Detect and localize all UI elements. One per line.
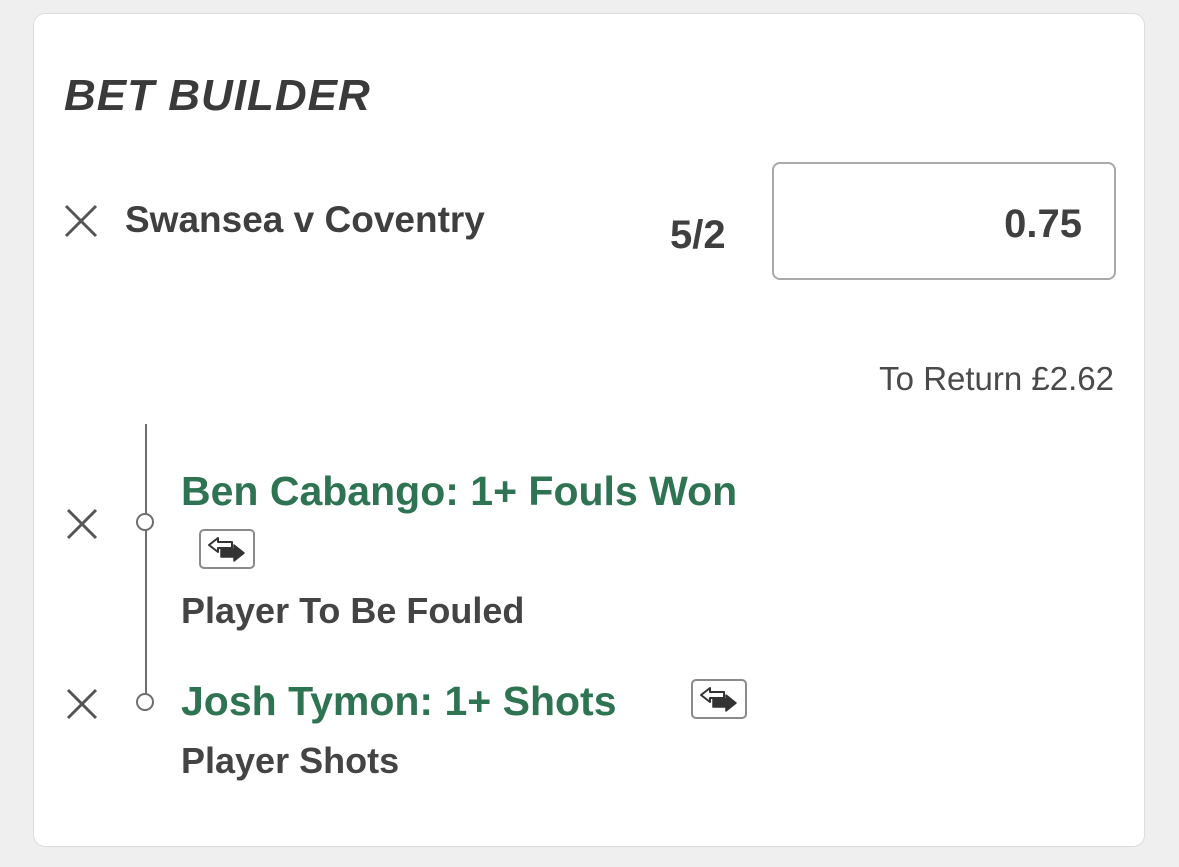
event-name: Swansea v Coventry xyxy=(125,199,485,240)
bet-builder-card: BET BUILDER Swansea v Coventry 5/2 0.75 … xyxy=(33,13,1145,847)
swap-icon[interactable] xyxy=(199,529,255,569)
timeline-line xyxy=(145,424,147,700)
odds-value: 5/2 xyxy=(670,213,726,257)
market-name: Player Shots xyxy=(181,740,400,781)
selection-title: Ben Cabango: 1+ Fouls Won xyxy=(181,468,738,514)
remove-selection-button[interactable] xyxy=(66,508,100,542)
selection-title: Josh Tymon: 1+ Shots xyxy=(181,678,617,724)
stake-value: 0.75 xyxy=(1004,202,1082,246)
close-icon xyxy=(64,204,98,238)
swap-icon[interactable] xyxy=(691,679,747,719)
market-name: Player To Be Fouled xyxy=(181,590,525,631)
bet-builder-title: BET BUILDER xyxy=(64,71,371,120)
timeline-dot xyxy=(136,693,154,711)
remove-selection-button[interactable] xyxy=(66,688,100,722)
close-icon xyxy=(66,508,98,540)
stake-input[interactable]: 0.75 xyxy=(772,162,1116,280)
remove-event-button[interactable] xyxy=(64,204,98,238)
close-icon xyxy=(66,688,98,720)
timeline-dot xyxy=(136,513,154,531)
to-return-text: To Return £2.62 xyxy=(879,360,1114,397)
